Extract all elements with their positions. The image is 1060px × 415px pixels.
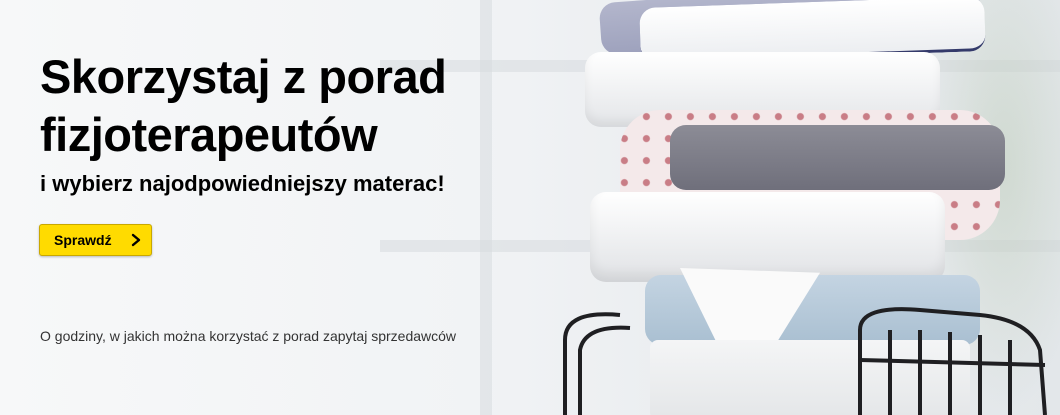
headline: Skorzystaj z porad fizjoterapeutów [40,48,447,164]
info-note: O godziny, w jakich można korzystać z po… [40,328,457,344]
subheadline: i wybierz najodpowiedniejszy materac! [40,171,445,196]
chevron-right-icon [131,233,141,247]
bed-frame-image [563,307,1047,415]
check-button-label: Sprawdź [54,232,112,248]
headline-line-1: Skorzystaj z porad [40,50,447,103]
check-button[interactable]: Sprawdź [39,224,152,256]
headline-line-2: fizjoterapeutów [40,108,378,161]
promo-banner[interactable]: Skorzystaj z porad fizjoterapeutów i wyb… [0,0,1060,415]
